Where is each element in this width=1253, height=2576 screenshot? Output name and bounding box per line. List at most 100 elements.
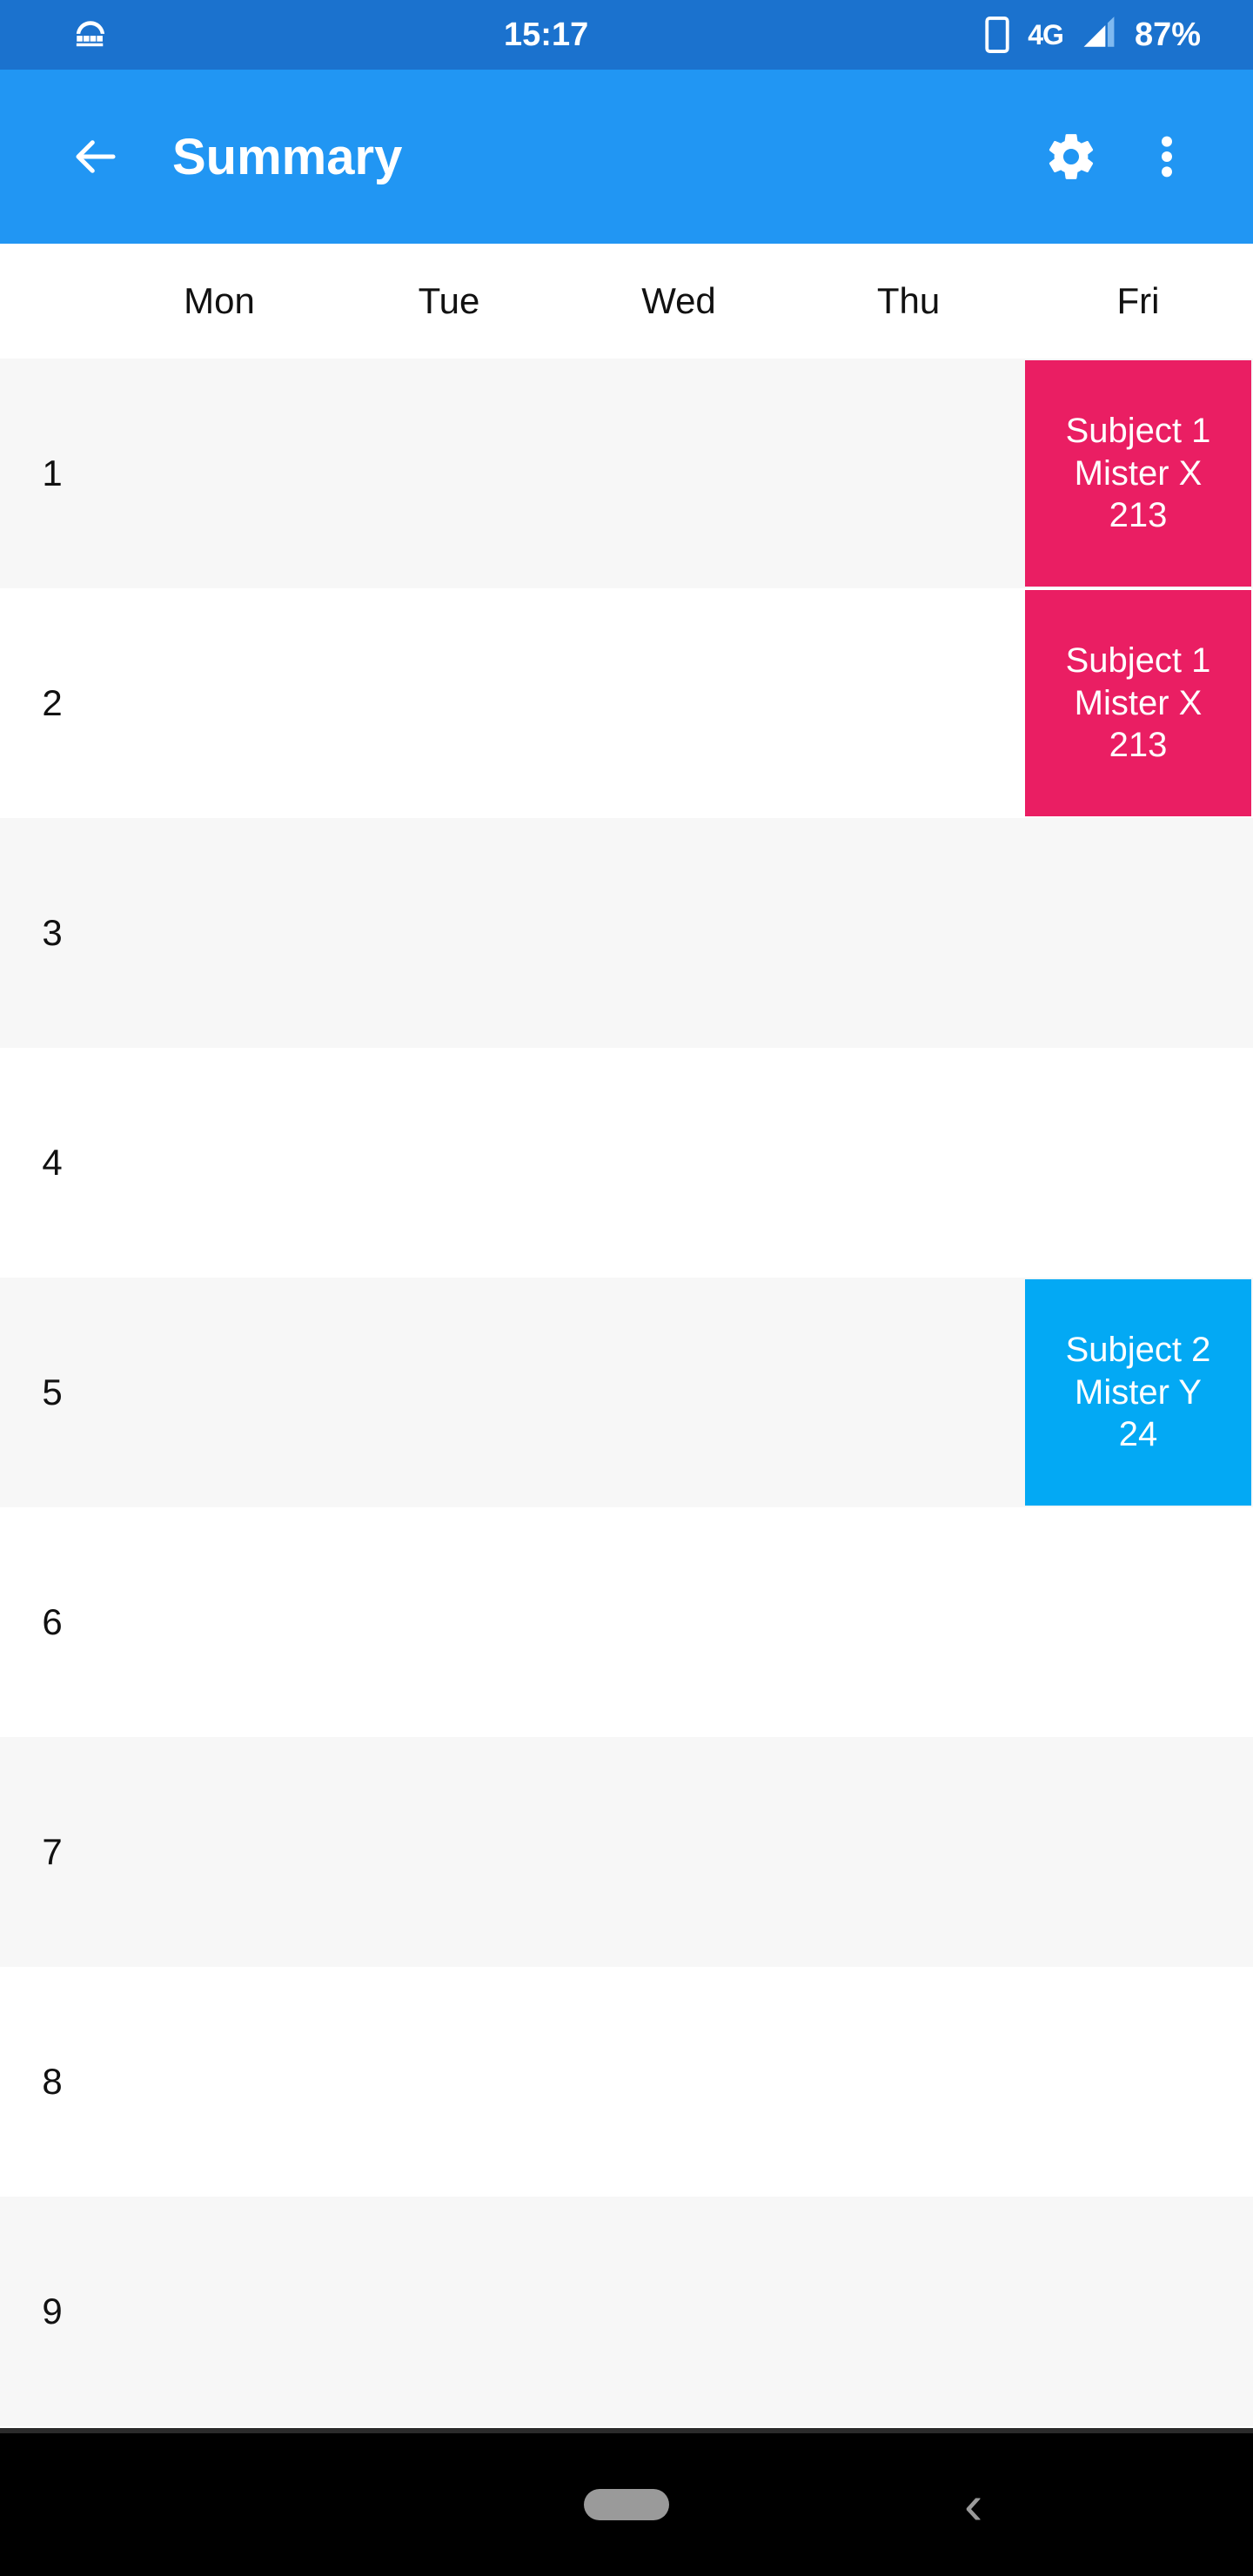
- cell-fri-7[interactable]: [1023, 1737, 1253, 1967]
- period-number: 4: [42, 1142, 63, 1183]
- cell-mon-2[interactable]: [104, 588, 334, 818]
- cell-mon-3[interactable]: [104, 818, 334, 1048]
- cell-wed-7[interactable]: [564, 1737, 794, 1967]
- event-room: 213: [1109, 496, 1168, 535]
- nav-back-chevron-icon[interactable]: ‹: [964, 2477, 982, 2532]
- cell-fri-9[interactable]: [1023, 2197, 1253, 2426]
- event-block[interactable]: Subject 1 Mister X 213: [1025, 590, 1251, 816]
- row-cells: [104, 818, 1253, 1048]
- event-subject: Subject 1: [1065, 411, 1211, 450]
- event-block[interactable]: Subject 1 Mister X 213: [1025, 360, 1251, 587]
- cell-thu-6[interactable]: [794, 1507, 1023, 1737]
- status-bar: 15:17 4G 87%: [0, 0, 1253, 70]
- status-bar-right: 4G 87%: [982, 16, 1253, 54]
- period-number: 1: [42, 453, 63, 493]
- cell-thu-1[interactable]: [794, 359, 1023, 588]
- cell-fri-2[interactable]: Subject 1 Mister X 213: [1023, 588, 1253, 818]
- cell-mon-4[interactable]: [104, 1048, 334, 1278]
- cell-wed-6[interactable]: [564, 1507, 794, 1737]
- row-cells: Subject 1 Mister X 213: [104, 588, 1253, 818]
- day-header-row: Mon Tue Wed Thu Fri: [0, 244, 1253, 359]
- back-button[interactable]: [44, 129, 148, 184]
- cell-mon-8[interactable]: [104, 1967, 334, 2197]
- cell-tue-5[interactable]: [334, 1278, 564, 1507]
- cell-wed-3[interactable]: [564, 818, 794, 1048]
- cell-wed-2[interactable]: [564, 588, 794, 818]
- status-bar-left: [0, 16, 110, 54]
- table-row: 2 Subject 1 Mister X 213: [0, 588, 1253, 818]
- settings-button[interactable]: [1023, 130, 1119, 184]
- period-number: 7: [42, 1831, 63, 1872]
- cell-tue-3[interactable]: [334, 818, 564, 1048]
- status-bar-clock: 15:17: [504, 16, 589, 53]
- table-row: 3: [0, 818, 1253, 1048]
- row-cells: Subject 1 Mister X 213: [104, 359, 1253, 588]
- cell-wed-9[interactable]: [564, 2197, 794, 2426]
- cell-mon-6[interactable]: [104, 1507, 334, 1737]
- cell-mon-1[interactable]: [104, 359, 334, 588]
- phone-screen: 15:17 4G 87% Summary Mon Tue Wed Thu Fri…: [0, 0, 1253, 2576]
- cell-fri-4[interactable]: [1023, 1048, 1253, 1278]
- day-header-tue: Tue: [418, 280, 480, 321]
- cell-fri-5[interactable]: Subject 2 Mister Y 24: [1023, 1278, 1253, 1507]
- cell-wed-8[interactable]: [564, 1967, 794, 2197]
- event-room: 24: [1118, 1415, 1158, 1454]
- period-number: 2: [42, 682, 63, 723]
- cell-tue-1[interactable]: [334, 359, 564, 588]
- event-block[interactable]: Subject 2 Mister Y 24: [1025, 1279, 1251, 1506]
- cell-thu-8[interactable]: [794, 1967, 1023, 2197]
- cell-thu-4[interactable]: [794, 1048, 1023, 1278]
- period-number: 3: [42, 912, 63, 953]
- cell-thu-5[interactable]: [794, 1278, 1023, 1507]
- gear-icon: [1044, 130, 1098, 184]
- day-header-mon: Mon: [184, 280, 255, 321]
- back-arrow-icon: [68, 129, 124, 184]
- cell-tue-2[interactable]: [334, 588, 564, 818]
- cell-fri-3[interactable]: [1023, 818, 1253, 1048]
- cell-wed-1[interactable]: [564, 359, 794, 588]
- cell-tue-4[interactable]: [334, 1048, 564, 1278]
- cell-thu-3[interactable]: [794, 818, 1023, 1048]
- table-row: 1 Subject 1 Mister X 213: [0, 359, 1253, 588]
- cell-mon-5[interactable]: [104, 1278, 334, 1507]
- cell-tue-7[interactable]: [334, 1737, 564, 1967]
- event-subject: Subject 2: [1065, 1330, 1211, 1369]
- row-cells: [104, 1967, 1253, 2197]
- cell-fri-6[interactable]: [1023, 1507, 1253, 1737]
- cell-fri-8[interactable]: [1023, 1967, 1253, 2197]
- timetable-grid[interactable]: 1 Subject 1 Mister X 213 2 Subject 1 Mis…: [0, 359, 1253, 2428]
- cell-mon-7[interactable]: [104, 1737, 334, 1967]
- event-teacher: Mister X: [1074, 683, 1203, 722]
- status-bar-battery: 87%: [1134, 16, 1201, 53]
- cell-tue-8[interactable]: [334, 1967, 564, 2197]
- event-room: 213: [1109, 726, 1168, 765]
- cell-wed-4[interactable]: [564, 1048, 794, 1278]
- event-teacher: Mister Y: [1075, 1372, 1202, 1412]
- page-title: Summary: [172, 128, 403, 185]
- table-row: 7: [0, 1737, 1253, 1967]
- period-number: 5: [42, 1372, 63, 1412]
- day-header-thu: Thu: [876, 280, 941, 321]
- cell-thu-2[interactable]: [794, 588, 1023, 818]
- cell-mon-9[interactable]: [104, 2197, 334, 2426]
- row-cells: [104, 2197, 1253, 2426]
- row-cells: [104, 1048, 1253, 1278]
- cell-fri-1[interactable]: Subject 1 Mister X 213: [1023, 359, 1253, 588]
- day-header-fri: Fri: [1116, 280, 1160, 321]
- cell-tue-6[interactable]: [334, 1507, 564, 1737]
- home-pill-icon[interactable]: [584, 2489, 669, 2520]
- table-row: 5 Subject 2 Mister Y 24: [0, 1278, 1253, 1507]
- phone-sim-icon: [982, 16, 1012, 54]
- row-cells: [104, 1507, 1253, 1737]
- cell-wed-5[interactable]: [564, 1278, 794, 1507]
- day-header-wed: Wed: [641, 280, 716, 321]
- event-teacher: Mister X: [1074, 453, 1203, 493]
- cell-thu-7[interactable]: [794, 1737, 1023, 1967]
- cell-tue-9[interactable]: [334, 2197, 564, 2426]
- event-subject: Subject 1: [1065, 641, 1211, 680]
- app-bar: Summary: [0, 70, 1253, 244]
- overflow-menu-button[interactable]: [1119, 131, 1215, 182]
- period-number: 9: [42, 2291, 63, 2331]
- row-cells: [104, 1737, 1253, 1967]
- cell-thu-9[interactable]: [794, 2197, 1023, 2426]
